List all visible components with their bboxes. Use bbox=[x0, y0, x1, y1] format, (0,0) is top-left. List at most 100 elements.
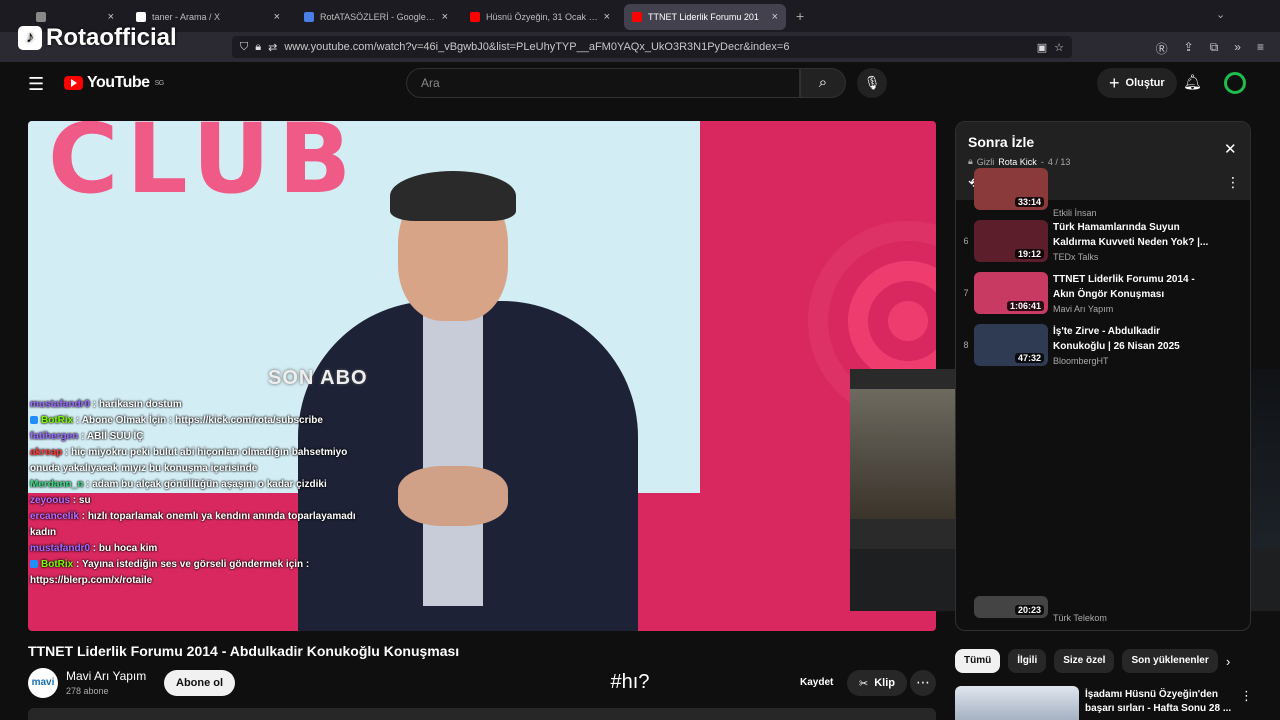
pip-icon[interactable]: ▣ bbox=[1037, 41, 1047, 54]
tab-close-icon[interactable]: × bbox=[772, 11, 778, 23]
tab-list-chevron-icon[interactable]: ⌄ bbox=[1216, 8, 1225, 21]
lock-icon: 🔒︎ bbox=[968, 156, 973, 166]
playlist-item[interactable]: 7 1:06:41 TTNET Liderlik Forumu 2014 - Akı… bbox=[956, 270, 1250, 322]
playlist-item-thumbnail[interactable]: 33:14 bbox=[974, 168, 1048, 210]
tab-favicon-icon bbox=[470, 12, 480, 22]
hamburger-menu-icon[interactable]: ☰ bbox=[28, 74, 44, 95]
overflow-chevron-icon[interactable]: » bbox=[1234, 40, 1241, 57]
browser-tab[interactable]: RotATASÖZLERİ - Google Dokü × bbox=[296, 4, 456, 30]
playlist-owner[interactable]: Rota Kick bbox=[998, 157, 1037, 167]
playlist-item[interactable]: 8 47:32 İş'te Zirve - Abdulkadir Konukoğlu… bbox=[956, 322, 1250, 374]
address-bar[interactable]: ⛉ 🔒︎ ⇄ www.youtube.com/watch?v=46i_vBgwb… bbox=[232, 36, 1072, 58]
description-box[interactable] bbox=[28, 708, 936, 720]
playlist-item-thumbnail[interactable]: 19:12 bbox=[974, 220, 1048, 262]
browser-tab[interactable]: Hüsnü Özyeğin, 31 Ocak 2017 × bbox=[462, 4, 618, 30]
playlist-item-duration: 19:12 bbox=[1014, 249, 1044, 259]
playlist-title[interactable]: Sonra İzle bbox=[968, 134, 1034, 150]
channel-avatar[interactable]: mavi arı bbox=[28, 668, 58, 718]
search-input[interactable]: Ara bbox=[406, 68, 800, 98]
youtube-play-icon bbox=[64, 76, 83, 90]
microphone-icon[interactable]: 🎙︎ bbox=[857, 68, 887, 98]
playlist-item-channel: Etkili İnsan bbox=[1053, 208, 1097, 218]
playlist-item-duration: 47:32 bbox=[1014, 353, 1044, 363]
chat-message: fatihergen : ABİİ SUU İÇ bbox=[30, 429, 360, 445]
shield-icon[interactable]: ⛉ bbox=[240, 41, 248, 54]
filter-chip[interactable]: Tümü bbox=[955, 649, 1001, 673]
filter-chip[interactable]: İlgili bbox=[1008, 649, 1047, 673]
playlist-item-thumbnail[interactable]: 1:06:41 bbox=[974, 272, 1048, 314]
tab-title: Hüsnü Özyeğin, 31 Ocak 2017 bbox=[486, 12, 598, 22]
app-menu-icon[interactable]: ≡ bbox=[1257, 40, 1264, 57]
playlist-meta: 🔒︎ Gizli Rota Kick - 4 / 13 bbox=[968, 156, 1070, 167]
share-icon[interactable]: ⇪ bbox=[1184, 40, 1194, 57]
recommendation-thumbnail[interactable] bbox=[955, 686, 1079, 720]
tab-favicon-icon bbox=[304, 12, 314, 22]
tab-close-icon[interactable]: × bbox=[108, 11, 114, 23]
tab-close-icon[interactable]: × bbox=[604, 11, 610, 23]
notifications-bell-icon[interactable]: 🔔︎ bbox=[1183, 73, 1202, 91]
clip-label: Klip bbox=[874, 677, 895, 689]
create-button[interactable]: + Oluştur bbox=[1097, 68, 1177, 98]
new-tab-icon[interactable]: + bbox=[796, 8, 804, 24]
lock-icon[interactable]: 🔒︎ bbox=[255, 41, 261, 54]
chat-message: BotRix : Yayına istediğin ses ve görseli… bbox=[30, 557, 360, 589]
close-icon[interactable]: ✕ bbox=[1224, 140, 1237, 158]
tab-close-icon[interactable]: × bbox=[274, 11, 280, 23]
chat-username: BotRix bbox=[41, 559, 74, 570]
chat-username: mustafandr0 bbox=[30, 399, 91, 410]
playlist-item-index: 8 bbox=[963, 340, 969, 350]
chat-text: harikasın dostum bbox=[98, 399, 182, 410]
search-icon[interactable]: ⌕ bbox=[800, 68, 846, 98]
tab-close-icon[interactable]: × bbox=[442, 11, 448, 23]
account-avatar[interactable] bbox=[1224, 72, 1246, 94]
stream-overlay-text: SON ABO bbox=[268, 367, 368, 389]
playlist-item[interactable]: 6 19:12 Türk Hamamlarında Suyun Kaldırma K… bbox=[956, 218, 1250, 270]
chat-separator: : bbox=[62, 447, 72, 458]
chat-separator: : bbox=[78, 431, 87, 442]
playlist-item-duration: 33:14 bbox=[1014, 197, 1044, 207]
last-item-channel: Türk Telekom bbox=[1053, 613, 1107, 623]
chat-username: ercancelik bbox=[30, 511, 79, 522]
filter-chip[interactable]: Son yüklenenler bbox=[1122, 649, 1218, 673]
youtube-logo[interactable]: YouTube SG bbox=[64, 74, 164, 92]
chat-message: Merdann_n : adam bu alçak gönüllüğün aşa… bbox=[30, 477, 360, 493]
subscriber-count: 278 abone bbox=[66, 686, 109, 696]
playlist-item-index: 7 bbox=[963, 288, 969, 298]
playlist-panel: Sonra İzle 🔒︎ Gizli Rota Kick - 4 / 13 ✕… bbox=[955, 121, 1251, 631]
chat-username: BotRix bbox=[41, 415, 74, 426]
channel-name[interactable]: Mavi Arı Yapım bbox=[66, 669, 146, 683]
recommendation-menu-icon[interactable]: ⋮ bbox=[1240, 688, 1253, 704]
playlist-item-thumbnail[interactable]: 20:23 bbox=[974, 596, 1048, 618]
playlist-item-title[interactable]: TTNET Liderlik Forumu 2014 - Akın Öngör … bbox=[1053, 272, 1213, 302]
clip-button[interactable]: ✂ Klip bbox=[847, 670, 907, 696]
url-text[interactable]: www.youtube.com/watch?v=46i_vBgwbJ0&list… bbox=[284, 41, 1029, 53]
chat-message: BotRix : Abone Olmak İçin : https://kick… bbox=[30, 413, 360, 429]
more-actions-icon[interactable]: ⋯ bbox=[910, 670, 936, 696]
extensions-icon[interactable]: ⧉ bbox=[1210, 40, 1219, 57]
tab-favicon-icon bbox=[136, 12, 146, 22]
filter-chip[interactable]: Size özel bbox=[1054, 649, 1115, 673]
profile-icon[interactable]: Ⓡ bbox=[1156, 40, 1168, 57]
youtube-header: ☰ YouTube SG Ara ⌕ 🎙︎ + Oluştur 🔔︎ bbox=[0, 62, 1280, 104]
permissions-icon[interactable]: ⇄ bbox=[268, 41, 277, 54]
chat-username: Merdann_n bbox=[30, 479, 84, 490]
playlist-item-channel: BloombergHT bbox=[1053, 356, 1109, 366]
chat-message: mustafandr0 : harikasın dostum bbox=[30, 397, 360, 413]
video-player[interactable]: CLUB SON ABO mustafandr0 : harikasın dos… bbox=[28, 121, 936, 631]
webcam-window-view bbox=[850, 389, 960, 519]
bookmark-star-icon[interactable]: ☆ bbox=[1054, 41, 1064, 54]
browser-tab-bar: + ⌄ × taner - Arama / X × RotATASÖZLERİ - G… bbox=[0, 0, 1280, 32]
recommendation-title[interactable]: İşadamı Hüsnü Özyeğin'den başarı sırları… bbox=[1085, 688, 1235, 716]
playlist-item-title[interactable]: Türk Hamamlarında Suyun Kaldırma Kuvveti… bbox=[1053, 220, 1213, 250]
playlist-item-title[interactable]: İş'te Zirve - Abdulkadir Konukoğlu | 26 … bbox=[1053, 324, 1213, 354]
subscribe-button[interactable]: Abone ol bbox=[164, 670, 236, 696]
browser-tab[interactable]: TTNET Liderlik Forumu 201 × bbox=[624, 4, 786, 30]
tab-title: RotATASÖZLERİ - Google Dokü bbox=[320, 12, 436, 22]
save-button[interactable]: Kaydet bbox=[800, 677, 833, 688]
playlist-menu-icon[interactable]: ⋮ bbox=[1226, 174, 1240, 191]
chat-message: zeyoous : su bbox=[30, 493, 360, 509]
playlist-position: 4 / 13 bbox=[1047, 156, 1071, 167]
chat-separator: : bbox=[70, 495, 79, 506]
playlist-item-thumbnail[interactable]: 47:32 bbox=[974, 324, 1048, 366]
chevron-right-icon[interactable]: › bbox=[1226, 654, 1230, 669]
